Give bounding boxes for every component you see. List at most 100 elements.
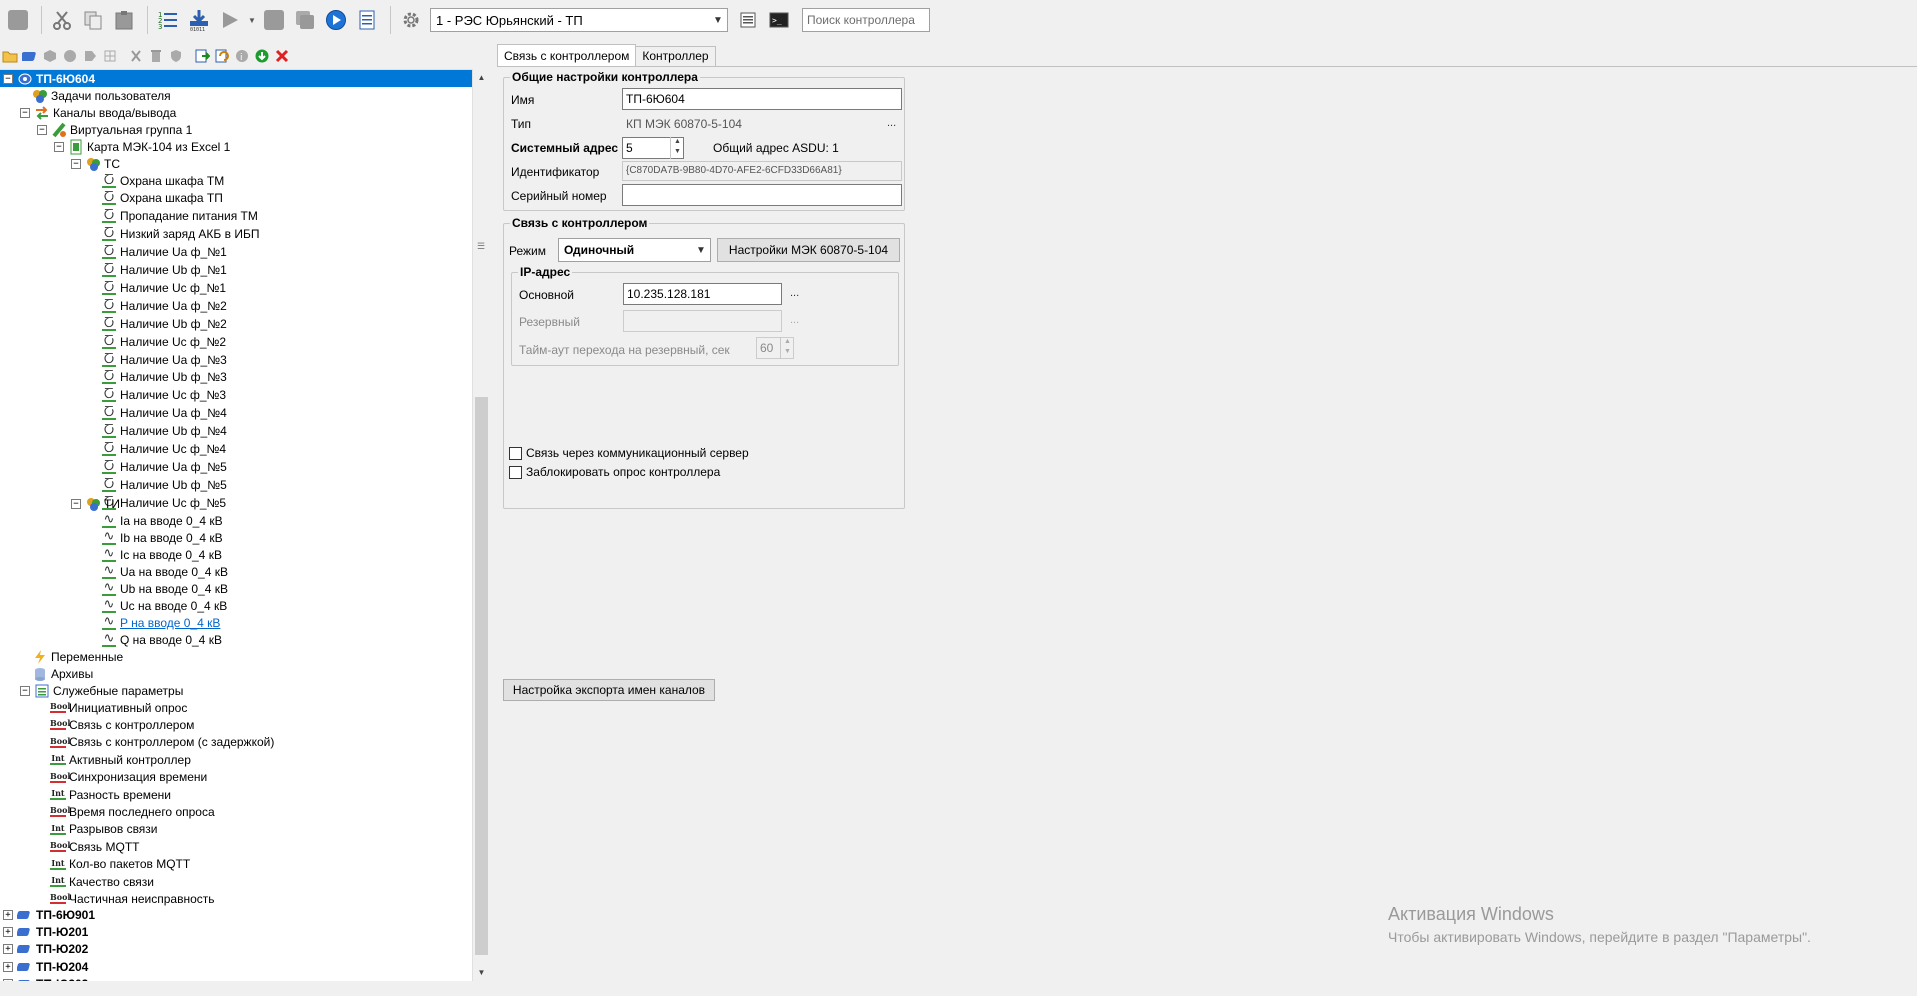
tab-connection[interactable]: Связь с контроллером xyxy=(497,44,637,66)
tree-item-service[interactable]: Int Кол-во пакетов MQTT xyxy=(50,856,190,873)
tree-item-service[interactable]: Int Активный контроллер xyxy=(50,751,191,768)
paste-icon[interactable] xyxy=(110,6,138,34)
tag-icon[interactable] xyxy=(82,48,98,64)
tree-item-service[interactable]: Int Разрывов связи xyxy=(50,821,158,838)
tree-item-ts[interactable]: Ⴀ Наличие Ub ф_№2 xyxy=(101,315,227,332)
expand-icon[interactable]: + xyxy=(3,909,13,920)
tree-item-variables[interactable]: Переменные xyxy=(32,648,123,665)
scroll-thumb[interactable] xyxy=(475,397,488,955)
tree-item-controller[interactable]: + ТП-Ю203 xyxy=(3,976,88,981)
tree-item-ts[interactable]: Ⴀ Наличие Ub ф_№4 xyxy=(101,423,227,440)
expand-icon[interactable]: + xyxy=(3,961,13,972)
tree-item-service[interactable]: Bool Синхронизация времени xyxy=(50,769,207,786)
stop-icon[interactable] xyxy=(4,6,32,34)
disk-icon[interactable] xyxy=(62,48,78,64)
delete-icon[interactable] xyxy=(274,48,290,64)
tree-item-controller[interactable]: + ТП-Ю202 xyxy=(3,941,88,958)
tree-item-ti[interactable]: ∿ Ib на вводе 0_4 кВ xyxy=(101,529,223,546)
scroll-up-icon[interactable]: ▲ xyxy=(473,69,490,86)
tree-item-controller[interactable]: + ТП-Ю204 xyxy=(3,958,88,975)
tree-item-ti[interactable]: ∿ Uc на вводе 0_4 кВ xyxy=(101,597,227,614)
controller-search-input[interactable] xyxy=(802,8,930,32)
tree-item-service[interactable]: Bool Время последнего опроса xyxy=(50,803,215,820)
tree-item-ts[interactable]: Ⴀ Наличие Uc ф_№4 xyxy=(101,441,226,458)
tree-item-controller[interactable]: + ТП-6Ю901 xyxy=(3,906,95,923)
tree-item-ti[interactable]: ∿ Q на вводе 0_4 кВ xyxy=(101,631,222,648)
tab-controller[interactable]: Контроллер xyxy=(635,46,716,66)
name-field[interactable]: ТП-6Ю604 xyxy=(622,88,902,110)
tree-item-user-tasks[interactable]: Задачи пользователя xyxy=(32,87,171,104)
primary-ip-field[interactable]: 10.235.128.181 xyxy=(623,283,782,305)
gear-icon[interactable] xyxy=(397,6,425,34)
tree-item-iec-map[interactable]: − Карта МЭК-104 из Excel 1 xyxy=(54,138,230,155)
collapse-icon[interactable]: − xyxy=(20,107,30,118)
cut-small-icon[interactable] xyxy=(128,48,144,64)
tree-item-ts[interactable]: Ⴀ Наличие Uc ф_№2 xyxy=(101,333,226,350)
run-circle-icon[interactable] xyxy=(322,6,350,34)
collapse-icon[interactable]: − xyxy=(54,141,64,152)
import-icon[interactable] xyxy=(194,48,210,64)
tree-item-ts[interactable]: Ⴀ Наличие Ua ф_№5 xyxy=(101,458,227,475)
tree-item-ti-group[interactable]: − ТИ xyxy=(71,495,120,512)
checkbox-box[interactable] xyxy=(509,446,522,460)
tree-item-ti[interactable]: ∿ Ic на вводе 0_4 кВ xyxy=(101,546,222,563)
tree-item-service[interactable]: Int Разность времени xyxy=(50,786,171,803)
type-select-button[interactable]: ... xyxy=(887,117,896,129)
tree-item-ts[interactable]: Ⴀ Наличие Ua ф_№1 xyxy=(101,244,227,261)
info-icon[interactable]: i xyxy=(234,48,250,64)
tree-item-ts[interactable]: Ⴀ Наличие Ua ф_№3 xyxy=(101,351,227,368)
collapse-icon[interactable]: − xyxy=(37,124,47,135)
expand-icon[interactable]: + xyxy=(3,944,13,955)
serial-field[interactable] xyxy=(622,184,902,206)
expand-icon[interactable]: + xyxy=(3,926,13,937)
tree-item-ti[interactable]: ∿ Ub на вводе 0_4 кВ xyxy=(101,580,228,597)
tree-item-archives[interactable]: Архивы xyxy=(32,665,93,682)
expand-icon[interactable]: + xyxy=(3,979,13,981)
tree-item-ts[interactable]: Ⴀ Наличие Ua ф_№2 xyxy=(101,297,227,314)
iec-settings-button[interactable]: Настройки МЭК 60870-5-104 xyxy=(717,238,900,262)
tree-item-service[interactable]: Bool Частичная неисправность xyxy=(50,890,215,907)
tree-item-root[interactable]: − ТП-6Ю604 xyxy=(0,70,472,87)
collapse-icon[interactable]: − xyxy=(20,685,30,696)
stop-square-icon[interactable] xyxy=(260,6,288,34)
tree-item-service-params[interactable]: − Служебные параметры xyxy=(20,682,183,699)
tree-item-service[interactable]: Bool Связь с контроллером (с задержкой) xyxy=(50,734,274,751)
tree-item-service[interactable]: Bool Инициативный опрос xyxy=(50,699,187,716)
tree-item-io-channels[interactable]: − Каналы ввода/вывода xyxy=(20,104,176,121)
block-poll-checkbox[interactable]: Заблокировать опрос контроллера xyxy=(509,465,720,479)
stop-multi-icon[interactable] xyxy=(291,6,319,34)
tree-item-service[interactable]: Bool Связь MQTT xyxy=(50,838,139,855)
collapse-icon[interactable]: − xyxy=(3,73,13,84)
chevron-down-icon[interactable]: ▼ xyxy=(692,239,710,261)
download-to-controller-icon[interactable]: 01011 xyxy=(185,6,213,34)
tree-item-virtual-group[interactable]: − Виртуальная группа 1 xyxy=(37,121,192,138)
project-combo[interactable]: 1 - РЭС Юрьянский - ТП ▼ xyxy=(430,8,728,32)
checkbox-box[interactable] xyxy=(509,465,522,479)
tree-item-ts[interactable]: Ⴀ Наличие Ub ф_№1 xyxy=(101,262,227,279)
chevron-down-icon[interactable]: ▼ xyxy=(709,9,727,31)
refresh-icon[interactable] xyxy=(214,48,230,64)
tree-item-ti[interactable]: ∿ Ia на вводе 0_4 кВ xyxy=(101,512,223,529)
primary-ip-button[interactable]: ... xyxy=(790,287,799,299)
tree-item-ts-group[interactable]: − ТС xyxy=(71,155,120,172)
shield-icon[interactable] xyxy=(168,48,184,64)
green-download-icon[interactable] xyxy=(254,48,270,64)
tree-item-ts[interactable]: Ⴀ Охрана шкафа ТП xyxy=(101,190,223,207)
play-icon[interactable] xyxy=(216,6,244,34)
export-channel-names-button[interactable]: Настройка экспорта имен каналов xyxy=(503,679,715,701)
folder-icon[interactable] xyxy=(2,48,18,64)
tree-item-ts[interactable]: Ⴀ Наличие Uc ф_№3 xyxy=(101,387,226,404)
tree-item-ts[interactable]: Ⴀ Наличие Ub ф_№5 xyxy=(101,476,227,493)
tree-scrollbar[interactable]: ▲ ☰ ▼ xyxy=(472,69,489,981)
tree-item-controller[interactable]: + ТП-Ю201 xyxy=(3,923,88,940)
tree-item-ts[interactable]: Ⴀ Наличие Ua ф_№4 xyxy=(101,405,227,422)
collapse-icon[interactable]: − xyxy=(71,158,81,169)
sysaddr-spin-icon[interactable]: ▲ ▼ xyxy=(670,137,684,159)
project-tree[interactable]: − ТП-6Ю604 Задачи пользователя − Каналы … xyxy=(0,69,472,981)
tree-item-ti[interactable]: ∿ P на вводе 0_4 кВ xyxy=(101,614,220,631)
tree-item-ts[interactable]: Ⴀ Низкий заряд АКБ в ИБП xyxy=(101,226,259,243)
hex-icon[interactable] xyxy=(42,48,58,64)
tree-item-ts[interactable]: Ⴀ Наличие Uc ф_№1 xyxy=(101,279,226,296)
document-icon[interactable] xyxy=(353,6,381,34)
tree-item-ts[interactable]: Ⴀ Охрана шкафа ТМ xyxy=(101,172,224,189)
